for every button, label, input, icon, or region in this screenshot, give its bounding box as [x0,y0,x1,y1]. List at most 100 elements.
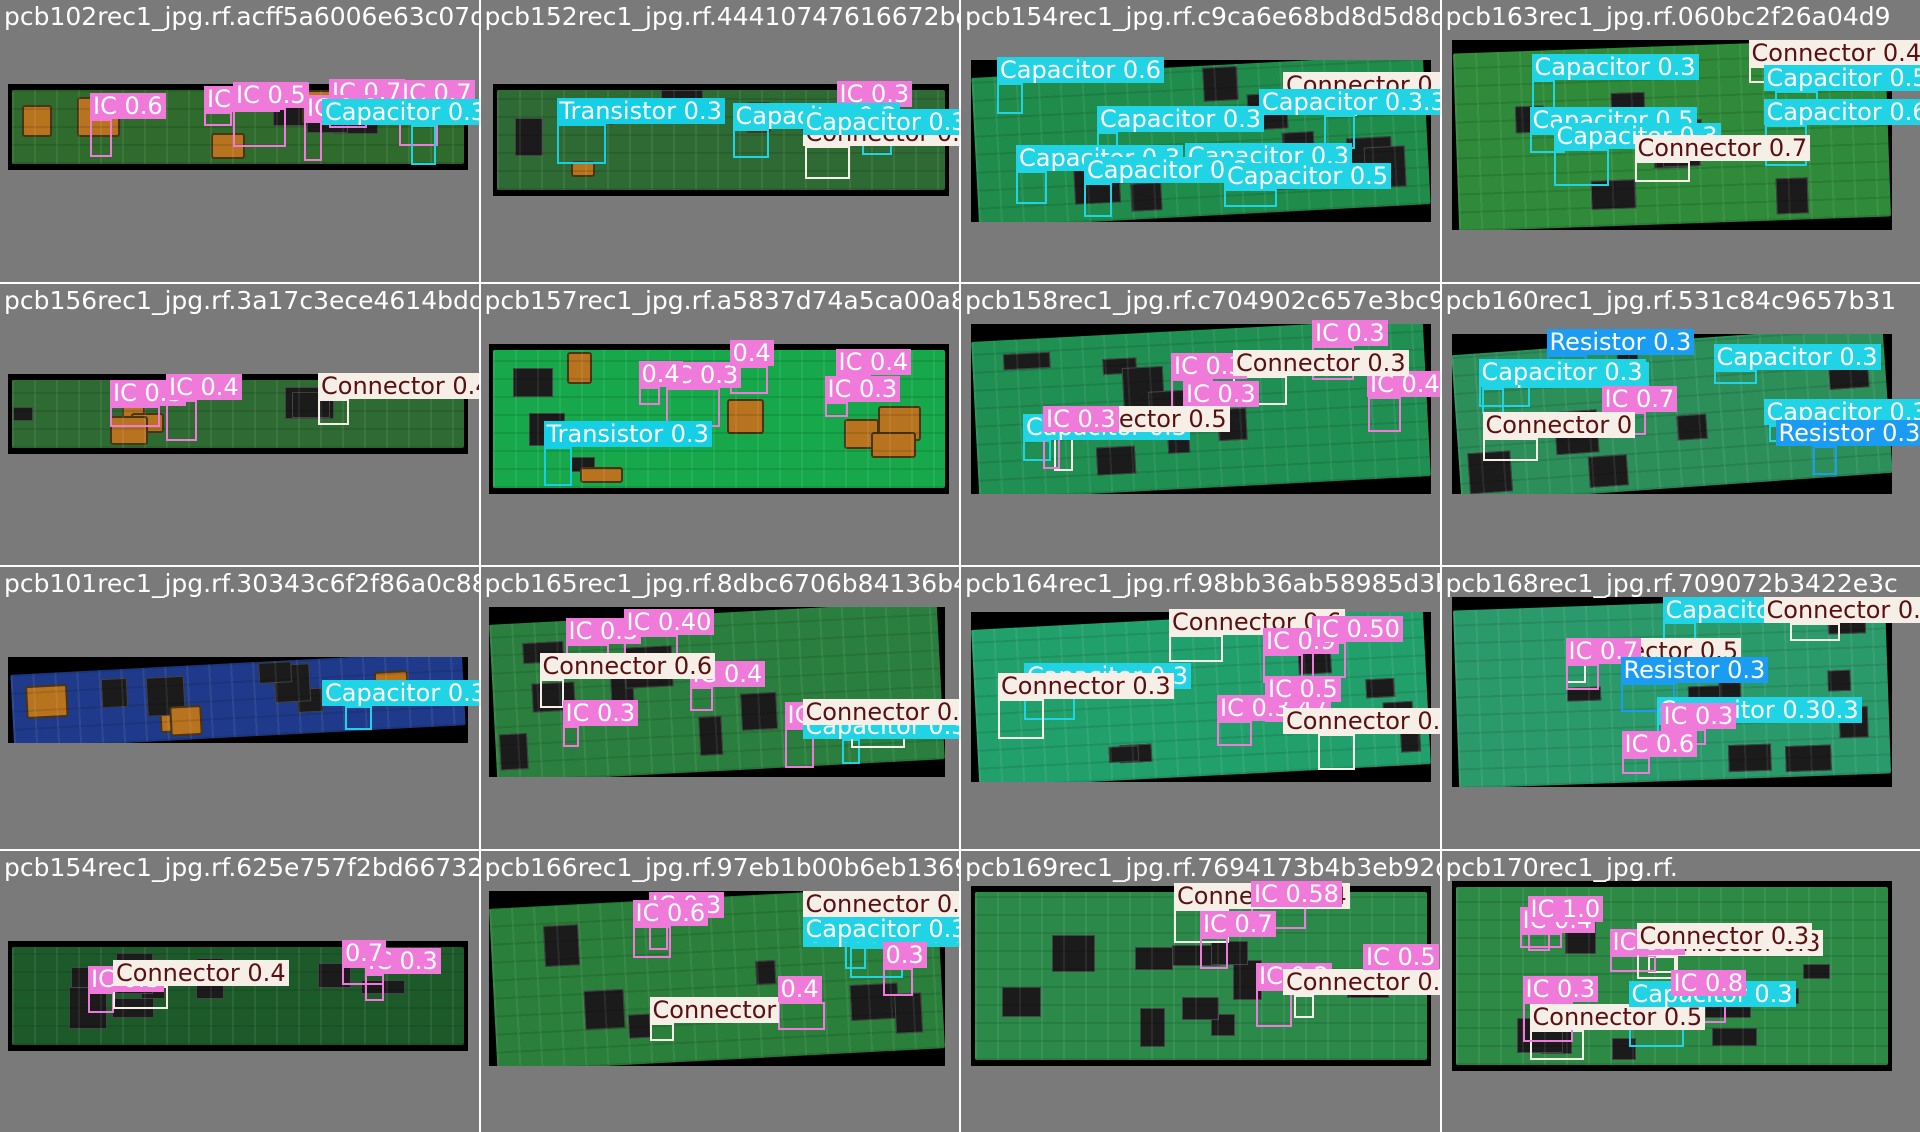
detection-label: Resistor 0.3 [1620,657,1769,683]
ic-chip [1365,677,1396,699]
detection-box [233,108,286,147]
detection-box [1812,445,1837,475]
detection-label: IC 0.5 [233,82,309,108]
detection-label: IC 0.8 [1670,969,1747,996]
detection-box [304,121,322,161]
tile-title: pcb157rec1_jpg.rf.a5837d74a5ca00a82b480b… [484,285,960,315]
tile-title: pcb158rec1_jpg.rf.c704902c657e3bc9d34888 [965,285,1440,315]
detection-label: Transistor 0.3 [556,98,725,124]
detection-box [1553,149,1609,186]
tile-13: pcb166rec1_jpg.rf.97eb1b00b6eb1369828238… [480,850,959,1132]
detection-label: IC 0.4 [166,373,242,400]
detection-label: IC 0.7 [1200,910,1276,937]
ic-chip [1775,177,1809,215]
detection-box [1217,721,1252,746]
detection-label: Connector 0.3 [1636,922,1813,949]
tile-14: pcb169rec1_jpg.rf.7694173b4b3eb92d0857e2… [961,850,1440,1132]
tile-title: pcb156rec1_jpg.rf.3a17c3ece4614bdd759e2d [4,285,479,315]
detection-box [689,687,713,711]
detection-box [1368,396,1401,432]
detection-box [110,405,160,427]
tile-7: pcb160rec1_jpg.rf.531c84c9657b31 Connecto… [1441,283,1920,565]
transformer-coil [579,466,623,483]
detection-box [543,446,572,486]
ic-chip [697,715,723,756]
tile-title: pcb160rec1_jpg.rf.531c84c9657b31 [1445,285,1897,315]
detection-label: Connector 0 [1482,411,1636,438]
tile-title: pcb165rec1_jpg.rf.8dbc6706b84136b4b642e3 [484,569,960,598]
detection-box [90,119,112,157]
detection-box [556,124,606,164]
ic-chip [542,923,580,967]
tile-2: pcb154rec1_jpg.rf.c9ca6e68bd8d5d8dd163 Ca… [961,0,1440,282]
detection-label: Connector 0.5 [1763,597,1920,623]
detection-label: Connector 0.3 [1233,349,1409,376]
ic-chip [258,661,293,684]
tile-6: pcb158rec1_jpg.rf.c704902c657e3bc9d34888… [961,283,1440,565]
detection-label: Capacitor 0.3 [802,109,959,135]
detection-label: Connector 0.4 [1748,40,1920,66]
detection-box [1016,171,1047,204]
ic-chip [498,733,529,771]
detection-box [88,991,114,1013]
ic-chip [1826,669,1851,692]
ic-chip [1130,182,1163,212]
detection-label: Connector 0.9 [1283,708,1440,734]
detection-label: IC 0.3 [1043,405,1119,432]
ic-chip [1675,413,1708,441]
detection-box [732,129,769,158]
detection-label: IC 0.6 [90,93,166,119]
ic-chip [754,959,776,985]
detection-label: Capacitor 0.6 [1763,99,1920,125]
detection-box [632,925,671,958]
detection-label: IC 0.40 [623,609,715,635]
tile-5: pcb157rec1_jpg.rf.a5837d74a5ca00a82b480b… [480,283,960,565]
ic-chip [13,406,33,421]
detection-label: Connector 0.6 [539,653,716,679]
detection-label: Connector 0.3 [998,673,1174,699]
detection-box [824,401,848,417]
detection-label: Capacitor 0.5 [1224,163,1392,189]
detection-label: 0.7 [342,939,387,966]
detection-label: IC 0.6 [632,899,709,926]
ic-chip [100,677,129,709]
detection-box [1634,161,1690,182]
detection-label: Resistor 0.3 [1546,328,1695,355]
ic-chip [582,988,625,1030]
detection-box [1565,664,1599,690]
detection-label: IC 0.5 [1363,943,1439,970]
ic-chip [1727,743,1772,773]
tile-12: pcb154rec1_jpg.rf.625e757f2bd66732f31b07… [0,850,479,1132]
detection-box [1200,936,1228,969]
ic-chip [1002,351,1051,370]
detection-box [1224,189,1277,207]
tile-title: pcb164rec1_jpg.rf.98bb36ab58985d3b28103 [965,569,1440,598]
transformer-coil [22,105,52,137]
detection-box [638,386,660,405]
detection-label: Connector 0.5 [802,699,959,725]
detection-box [539,679,564,708]
tile-title: pcb101rec1_jpg.rf.30343c6f2f86a0c88363 [4,569,479,598]
detection-box [1621,757,1650,774]
detection-label: IC 0.5 [1265,676,1341,702]
ic-chip [1135,946,1173,970]
ic-chip [1711,1027,1757,1046]
tile-title: pcb154rec1_jpg.rf.c9ca6e68bd8d5d8dd163 [965,2,1440,31]
detection-grid: pcb102rec1_jpg.rf.acff5a6006e63c07dd5295… [0,0,1920,1132]
transformer-coil [24,683,69,720]
tile-4: pcb156rec1_jpg.rf.3a17c3ece4614bdd759e2d… [0,283,479,565]
detection-box [1713,369,1757,384]
detection-box [1482,437,1538,461]
detection-label: IC 0.50 [1312,616,1403,642]
ic-chip [893,991,923,1034]
detection-label: Connector 0.7 [1283,968,1440,995]
detection-label: Capacitor 0.3 [1531,54,1699,80]
tile-title: pcb170rec1_jpg.rf. [1445,852,1678,882]
tile-title: pcb102rec1_jpg.rf.acff5a6006e63c07dd5295 [4,2,479,31]
tile-title: pcb168rec1_jpg.rf.709072b3422e3c [1445,569,1898,598]
transformer-coil [726,398,764,434]
tile-title: pcb163rec1_jpg.rf.060bc2f26a04d9 [1445,2,1891,31]
detection-label: IC 0.3 [824,375,901,402]
ic-chip [1002,986,1041,1017]
tile-title: pcb169rec1_jpg.rf.7694173b4b3eb92d0857e2 [965,852,1440,882]
